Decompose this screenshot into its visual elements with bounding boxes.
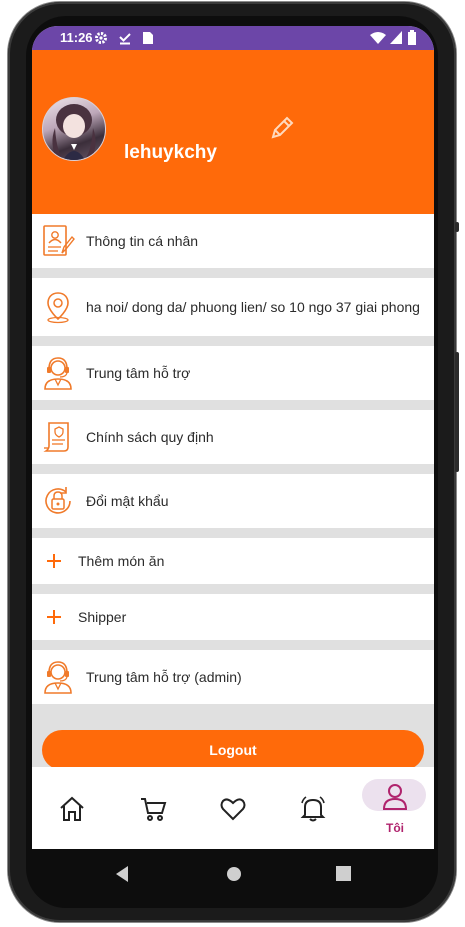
user-icon xyxy=(382,784,408,810)
status-time: 11:26 xyxy=(60,30,93,45)
recents-icon[interactable] xyxy=(336,866,351,881)
gear-icon xyxy=(95,32,107,44)
back-icon[interactable] xyxy=(114,865,130,883)
home-icon xyxy=(60,796,84,821)
power-button xyxy=(455,222,459,232)
menu-item-label: Trung tâm hỗ trợ xyxy=(86,364,191,381)
avatar-illustration xyxy=(52,104,96,160)
cart-icon xyxy=(141,798,167,821)
menu-item-label: Chính sách quy định xyxy=(86,428,214,445)
menu-item-label: Đổi mật khẩu xyxy=(86,492,169,509)
system-navigation-bar xyxy=(18,849,430,899)
nav-item-label: Tôi xyxy=(386,821,404,835)
bottom-nav-bar: Tôi xyxy=(32,767,434,849)
wifi-icon xyxy=(370,32,386,44)
pencil-edit-icon[interactable] xyxy=(268,114,296,142)
sim-card-icon xyxy=(143,32,153,44)
menu-item-admin-support[interactable]: Trung tâm hỗ trợ (admin) xyxy=(32,650,434,704)
menu-item-add-dish[interactable]: Thêm món ăn xyxy=(32,538,434,584)
bell-icon xyxy=(300,796,326,822)
menu-item-change-password[interactable]: Đổi mật khẩu xyxy=(32,474,434,528)
heart-icon xyxy=(220,798,246,821)
policy-document-icon xyxy=(43,422,69,452)
battery-icon xyxy=(408,30,416,45)
support-agent-icon xyxy=(44,661,72,694)
nav-item-profile[interactable]: Tôi xyxy=(360,767,430,849)
location-pin-icon xyxy=(47,292,69,324)
avatar[interactable] xyxy=(42,97,106,161)
logout-button[interactable]: Logout xyxy=(42,730,424,770)
menu-item-label: Thêm món ăn xyxy=(78,552,165,569)
lock-refresh-icon xyxy=(45,487,71,514)
menu-item-label: Trung tâm hỗ trợ (admin) xyxy=(86,668,242,685)
plus-icon xyxy=(47,554,61,568)
nav-item-cart[interactable] xyxy=(118,767,188,849)
menu-item-support-center[interactable]: Trung tâm hỗ trợ xyxy=(32,346,434,400)
menu-item-personal-info[interactable]: Thông tin cá nhân xyxy=(32,214,434,268)
menu-item-label: ha noi/ dong da/ phuong lien/ so 10 ngo … xyxy=(86,298,420,315)
home-circle-icon[interactable] xyxy=(226,866,242,882)
profile-document-icon xyxy=(43,225,75,256)
volume-button xyxy=(455,352,459,472)
nav-item-home[interactable] xyxy=(37,767,107,849)
menu-item-address[interactable]: ha noi/ dong da/ phuong lien/ so 10 ngo … xyxy=(32,278,434,336)
nav-item-notifications[interactable] xyxy=(278,767,348,849)
support-agent-icon xyxy=(44,357,72,390)
download-check-icon xyxy=(119,33,131,45)
signal-icon xyxy=(390,31,402,44)
plus-icon xyxy=(47,610,61,624)
status-bar: 11:26 xyxy=(32,26,434,50)
menu-item-label: Shipper xyxy=(78,608,127,625)
profile-username: lehuykchy xyxy=(124,142,217,163)
menu-item-shipper[interactable]: Shipper xyxy=(32,594,434,640)
app-screen: 11:26 lehuykchy Thông tin cá nhân ha noi… xyxy=(32,26,434,849)
menu-item-policy[interactable]: Chính sách quy định xyxy=(32,410,434,464)
menu-item-label: Thông tin cá nhân xyxy=(86,232,199,249)
nav-item-favorites[interactable] xyxy=(198,767,268,849)
